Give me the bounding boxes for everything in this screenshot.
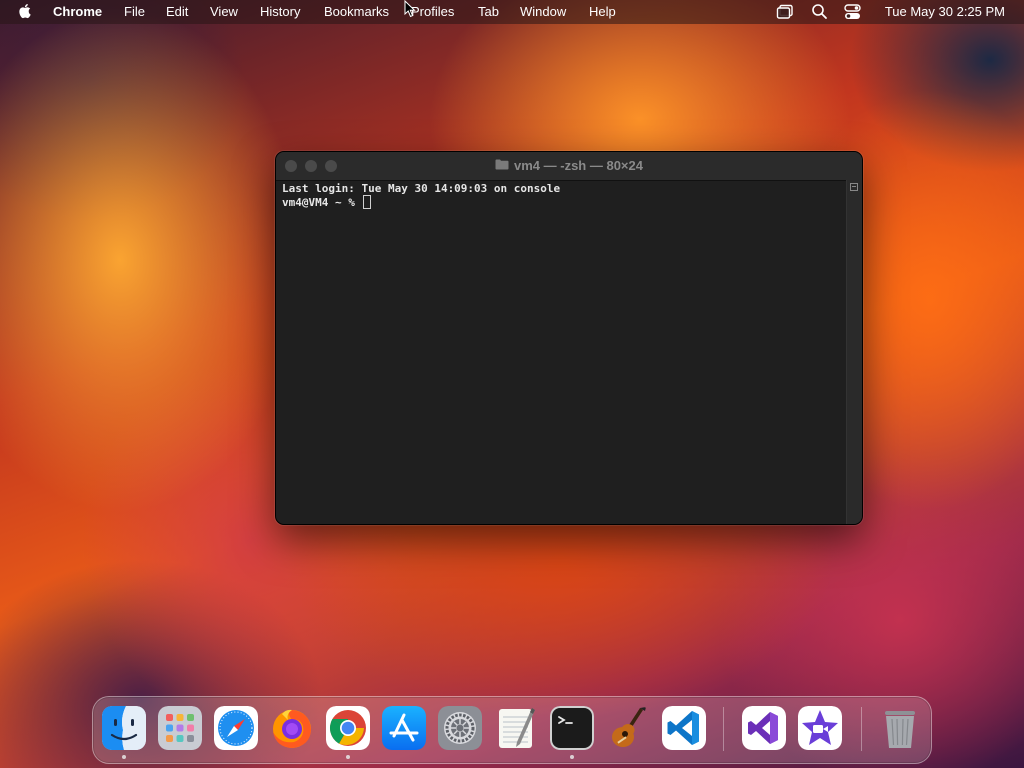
chrome-icon[interactable]: [326, 706, 370, 750]
spotlight-search-icon[interactable]: [811, 3, 828, 23]
dock: [92, 696, 932, 764]
scrollbar[interactable]: [846, 180, 862, 524]
visual-studio-icon[interactable]: [742, 706, 786, 750]
dock-separator: [861, 707, 862, 751]
text-cursor: [363, 195, 372, 209]
screen-mirroring-icon[interactable]: [776, 3, 794, 24]
control-center-icon[interactable]: [844, 3, 861, 23]
scroll-marker-icon[interactable]: [850, 183, 858, 191]
menu-clock[interactable]: Tue May 30 2:25 PM: [885, 0, 1005, 24]
launchpad-icon[interactable]: [158, 706, 202, 750]
terminal-line: Last login: Tue May 30 14:09:03 on conso…: [282, 182, 561, 195]
prompt-text: vm4@VM4 ~ %: [282, 196, 362, 209]
window-title: vm4 — -zsh — 80×24: [276, 152, 862, 180]
menu-history[interactable]: History: [260, 0, 300, 24]
menu-edit[interactable]: Edit: [166, 0, 188, 24]
menu-file[interactable]: File: [124, 0, 145, 24]
menu-tab[interactable]: Tab: [478, 0, 499, 24]
terminal-window: vm4 — -zsh — 80×24 Last login: Tue May 3…: [275, 151, 863, 525]
window-title-text: vm4 — -zsh — 80×24: [514, 158, 643, 173]
imovie-icon[interactable]: [798, 706, 842, 750]
apple-menu-icon[interactable]: [18, 4, 34, 20]
mouse-pointer-icon: [404, 0, 416, 23]
app-store-icon[interactable]: [382, 706, 426, 750]
folder-icon: [495, 152, 509, 180]
running-indicator: [346, 755, 350, 759]
menu-window[interactable]: Window: [520, 0, 566, 24]
vscode-icon[interactable]: [662, 706, 706, 750]
prompt-line: vm4@VM4 ~ %: [282, 195, 842, 210]
menu-app-name[interactable]: Chrome: [53, 0, 102, 24]
dock-separator: [723, 707, 724, 751]
garageband-icon[interactable]: [606, 706, 650, 750]
menu-bar: Chrome File Edit View History Bookmarks …: [0, 0, 1024, 24]
safari-icon[interactable]: [214, 706, 258, 750]
running-indicator: [570, 755, 574, 759]
terminal-title-bar[interactable]: vm4 — -zsh — 80×24: [276, 152, 862, 181]
menu-help[interactable]: Help: [589, 0, 616, 24]
running-indicator: [122, 755, 126, 759]
finder-icon[interactable]: [102, 706, 146, 750]
menu-view[interactable]: View: [210, 0, 238, 24]
terminal-icon[interactable]: [550, 706, 594, 750]
firefox-icon[interactable]: [270, 706, 314, 750]
menu-bookmarks[interactable]: Bookmarks: [324, 0, 389, 24]
terminal-output[interactable]: Last login: Tue May 30 14:09:03 on conso…: [282, 182, 842, 518]
menu-profiles[interactable]: Profiles: [411, 0, 454, 24]
textedit-icon[interactable]: [494, 706, 538, 750]
trash-icon[interactable]: [878, 706, 922, 750]
system-settings-icon[interactable]: [438, 706, 482, 750]
